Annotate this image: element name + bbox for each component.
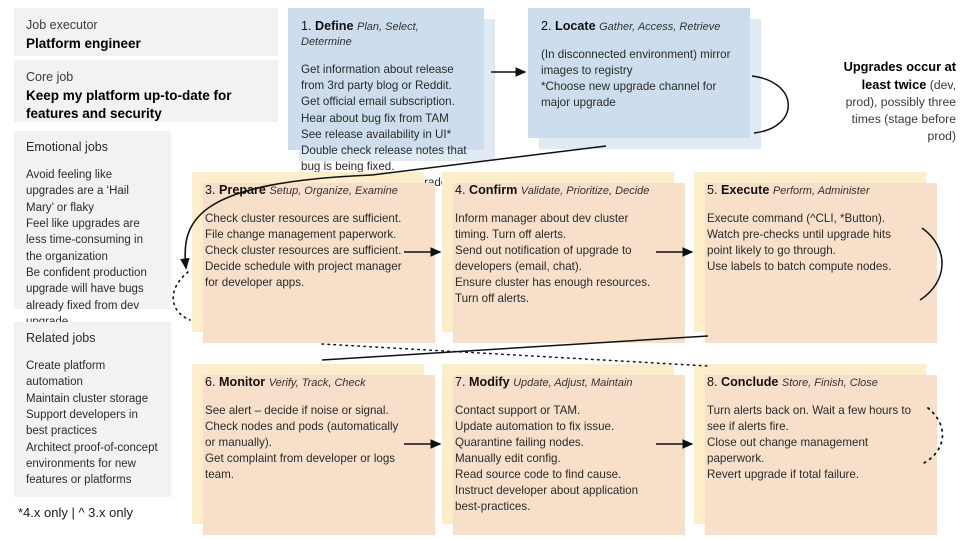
step-card-confirm[interactable]: 4. Confirm Validate, Prioritize, Decide …	[442, 172, 685, 343]
step-number: 1.	[301, 19, 312, 33]
step-number: 5.	[707, 183, 718, 197]
step-body: Inform manager about dev cluster timing.…	[455, 212, 651, 306]
step-card-prepare[interactable]: 3. Prepare Setup, Organize, Examine Chec…	[192, 172, 435, 343]
step-title: 4. Confirm Validate, Prioritize, Decide	[455, 183, 661, 198]
emotional-jobs-panel: Emotional jobs Avoid feeling like upgrad…	[14, 131, 171, 328]
step-verbs: Validate, Prioritize, Decide	[520, 185, 650, 197]
step-number: 6.	[205, 375, 216, 389]
step-title: 5. Execute Perform, Administer	[707, 183, 913, 198]
emotional-jobs-list: Avoid feeling like upgrades are a ‘Hail …	[26, 169, 147, 328]
connector-cycle-return-dotted	[172, 271, 191, 321]
step-body: Execute command (^CLI, *Button). Watch p…	[707, 212, 892, 274]
footnote: *4.x only | ^ 3.x only	[18, 505, 133, 520]
step-title: 2. Locate Gather, Access, Retrieve	[541, 19, 737, 34]
related-jobs-title: Related jobs	[26, 331, 96, 345]
step-verbs: Store, Finish, Close	[781, 377, 878, 389]
step-card-monitor[interactable]: 6. Monitor Verify, Track, Check See aler…	[192, 364, 435, 535]
core-job-panel: Core job Keep my platform up-to-date for…	[14, 60, 278, 122]
step-word: Define	[315, 19, 354, 33]
related-jobs-list: Create platform automation Maintain clus…	[26, 360, 158, 487]
emotional-jobs-title: Emotional jobs	[26, 140, 108, 154]
step-verbs: Verify, Track, Check	[268, 377, 366, 389]
step-word: Prepare	[219, 183, 266, 197]
step-title: 3. Prepare Setup, Organize, Examine	[205, 183, 411, 198]
step-card-define[interactable]: 1. Define Plan, Select, Determine Get in…	[288, 8, 495, 205]
job-executor-headline: Platform engineer	[26, 35, 141, 51]
step-word: Conclude	[721, 375, 779, 389]
step-word: Confirm	[469, 183, 518, 197]
step-body: Turn alerts back on. Wait a few hours to…	[707, 404, 912, 482]
step-title: 1. Define Plan, Select, Determine	[301, 19, 471, 49]
step-verbs: Setup, Organize, Examine	[269, 185, 398, 197]
step-card-locate[interactable]: 2. Locate Gather, Access, Retrieve (In d…	[528, 8, 761, 149]
journey-map-canvas: Job executor Platform engineer Core job …	[0, 0, 960, 540]
connector-confirm-to-conclude-dotted	[321, 343, 709, 367]
step-body: Check cluster resources are sufficient. …	[205, 212, 402, 290]
step-word: Monitor	[219, 375, 266, 389]
step-verbs: Perform, Administer	[772, 185, 870, 197]
step-number: 2.	[541, 19, 552, 33]
step-number: 4.	[455, 183, 466, 197]
step-card-conclude[interactable]: 8. Conclude Store, Finish, Close Turn al…	[694, 364, 937, 535]
core-job-headline: Keep my platform up-to-date for features…	[26, 87, 232, 121]
step-number: 3.	[205, 183, 216, 197]
step-body: See alert – decide if noise or signal. C…	[205, 404, 399, 482]
step-title: 8. Conclude Store, Finish, Close	[707, 375, 913, 390]
step-word: Locate	[555, 19, 596, 33]
step-card-modify[interactable]: 7. Modify Update, Adjust, Maintain Conta…	[442, 364, 685, 535]
step-title: 6. Monitor Verify, Track, Check	[205, 375, 411, 390]
step-word: Execute	[721, 183, 770, 197]
job-executor-panel: Job executor Platform engineer	[14, 8, 278, 56]
job-executor-kicker: Job executor	[26, 18, 98, 32]
step-number: 7.	[455, 375, 466, 389]
step-verbs: Update, Adjust, Maintain	[513, 377, 633, 389]
step-body: Contact support or TAM. Update automatio…	[455, 404, 639, 514]
core-job-kicker: Core job	[26, 70, 74, 84]
upgrades-frequency-callout: Upgrades occur at least twice (dev, prod…	[828, 58, 956, 145]
step-verbs: Gather, Access, Retrieve	[599, 21, 721, 33]
step-number: 8.	[707, 375, 718, 389]
step-word: Modify	[469, 375, 510, 389]
step-card-execute[interactable]: 5. Execute Perform, Administer Execute c…	[694, 172, 937, 343]
related-jobs-panel: Related jobs Create platform automation …	[14, 322, 171, 497]
step-title: 7. Modify Update, Adjust, Maintain	[455, 375, 661, 390]
step-body: (In disconnected environment) mirror ima…	[541, 48, 731, 110]
